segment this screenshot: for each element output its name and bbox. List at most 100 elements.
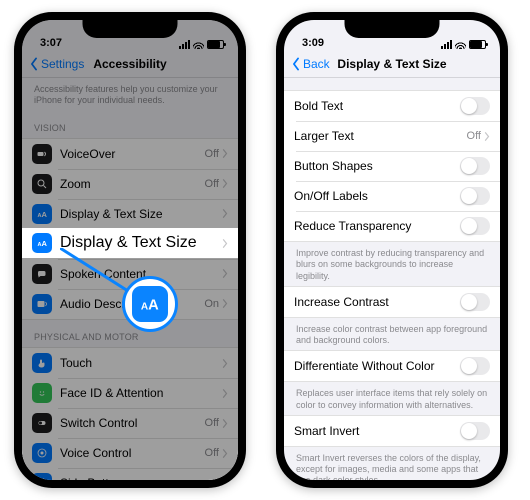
svg-text:A: A: [42, 239, 48, 248]
reduce-transparency-desc: Improve contrast by reducing transparenc…: [284, 242, 500, 286]
phone-right-display-text-size: 3:09 Back Display & Text Size Bold Text: [276, 12, 508, 488]
row-display-text-size[interactable]: AA Display & Text Size: [22, 199, 238, 229]
row-side-button[interactable]: Side Button: [22, 468, 238, 480]
back-label: Back: [303, 57, 330, 71]
group-main: Bold Text Larger Text Off Button Shapes …: [284, 90, 500, 242]
chevron-right-icon: [222, 269, 228, 278]
toggle-onoff-labels[interactable]: [460, 187, 490, 205]
toggle-increase-contrast[interactable]: [460, 293, 490, 311]
battery-icon: [469, 40, 486, 49]
battery-icon: [207, 40, 224, 49]
row-label: Display & Text Size: [60, 207, 222, 221]
row-label: Touch: [60, 356, 222, 370]
toggle-button-shapes[interactable]: [460, 157, 490, 175]
svg-text:A: A: [38, 213, 42, 219]
notch: [83, 20, 178, 38]
row-reduce-transparency[interactable]: Reduce Transparency: [284, 211, 500, 241]
row-voice-control[interactable]: Voice Control Off: [22, 438, 238, 468]
row-voiceover[interactable]: VoiceOver Off: [22, 139, 238, 169]
differentiate-desc: Replaces user interface items that rely …: [284, 382, 500, 415]
svg-text:A: A: [148, 298, 159, 314]
group-diff-color: Differentiate Without Color: [284, 350, 500, 382]
nav-bar: Settings Accessibility: [22, 50, 238, 78]
smart-invert-desc: Smart Invert reverses the colors of the …: [284, 447, 500, 480]
row-value: Off: [467, 130, 481, 142]
text-size-icon: AA: [132, 286, 168, 322]
physical-group: Touch Face ID & Attention Switch Control…: [22, 347, 238, 480]
side-button-icon: [32, 473, 52, 480]
status-time: 3:09: [302, 37, 324, 49]
row-value: Off: [205, 148, 219, 160]
row-larger-text[interactable]: Larger Text Off: [284, 121, 500, 151]
chevron-left-icon: [28, 57, 40, 71]
chevron-right-icon: [222, 389, 228, 398]
row-value: On: [204, 298, 219, 310]
row-label: VoiceOver: [60, 147, 205, 161]
row-label: Zoom: [60, 177, 205, 191]
chevron-right-icon: [222, 209, 228, 218]
row-zoom[interactable]: Zoom Off: [22, 169, 238, 199]
group-smart-invert: Smart Invert: [284, 415, 500, 447]
callout-bubble: AA: [122, 276, 178, 332]
back-button[interactable]: Settings: [28, 57, 84, 71]
row-label: Button Shapes: [294, 159, 460, 173]
toggle-reduce-transparency[interactable]: [460, 217, 490, 235]
page-title: Display & Text Size: [337, 57, 446, 71]
group-contrast: Increase Contrast: [284, 286, 500, 318]
row-increase-contrast[interactable]: Increase Contrast: [284, 287, 500, 317]
row-bold-text[interactable]: Bold Text: [284, 91, 500, 121]
row-label: Bold Text: [294, 99, 460, 113]
toggle-differentiate-without-color[interactable]: [460, 357, 490, 375]
text-size-icon: AA: [32, 204, 52, 224]
svg-text:A: A: [38, 242, 42, 248]
increase-contrast-desc: Increase color contrast between app fore…: [284, 318, 500, 351]
back-label: Settings: [41, 57, 84, 71]
row-label: Increase Contrast: [294, 295, 460, 309]
row-label: Smart Invert: [294, 424, 460, 438]
row-label: Differentiate Without Color: [294, 359, 460, 373]
chevron-right-icon: [222, 239, 228, 248]
status-time: 3:07: [40, 37, 62, 49]
wifi-icon: [193, 40, 204, 49]
row-differentiate-without-color[interactable]: Differentiate Without Color: [284, 351, 500, 381]
page-title: Accessibility: [93, 57, 166, 71]
voiceover-icon: [32, 144, 52, 164]
chevron-right-icon: [222, 299, 228, 308]
row-button-shapes[interactable]: Button Shapes: [284, 151, 500, 181]
notch: [345, 20, 440, 38]
row-label: Switch Control: [60, 416, 205, 430]
chevron-right-icon: [222, 419, 228, 428]
cellular-icon: [441, 40, 452, 49]
row-onoff-labels[interactable]: On/Off Labels: [284, 181, 500, 211]
audio-descriptions-icon: [32, 294, 52, 314]
callout-connector: [60, 248, 136, 296]
chevron-left-icon: [290, 57, 302, 71]
wifi-icon: [455, 40, 466, 49]
chevron-right-icon: [222, 449, 228, 458]
row-label: Side Button: [60, 476, 222, 480]
zoom-icon: [32, 174, 52, 194]
row-smart-invert[interactable]: Smart Invert: [284, 416, 500, 446]
toggle-smart-invert[interactable]: [460, 422, 490, 440]
chevron-right-icon: [222, 179, 228, 188]
back-button[interactable]: Back: [290, 57, 330, 71]
toggle-bold-text[interactable]: [460, 97, 490, 115]
row-label: Reduce Transparency: [294, 219, 460, 233]
touch-icon: [32, 353, 52, 373]
settings-scroll[interactable]: Bold Text Larger Text Off Button Shapes …: [284, 78, 500, 480]
section-vision-title: VISION: [22, 111, 238, 138]
intro-text: Accessibility features help you customiz…: [22, 78, 238, 111]
row-switch-control[interactable]: Switch Control Off: [22, 408, 238, 438]
row-faceid[interactable]: Face ID & Attention: [22, 378, 238, 408]
switch-control-icon: [32, 413, 52, 433]
nav-bar: Back Display & Text Size: [284, 50, 500, 78]
voice-control-icon: [32, 443, 52, 463]
row-value: Off: [205, 417, 219, 429]
chevron-right-icon: [222, 479, 228, 481]
row-label: Voice Control: [60, 446, 205, 460]
phone-left-accessibility: 3:07 Settings Accessibility Accessibilit…: [14, 12, 246, 488]
row-touch[interactable]: Touch: [22, 348, 238, 378]
row-label: On/Off Labels: [294, 189, 460, 203]
chevron-right-icon: [484, 132, 490, 141]
faceid-icon: [32, 383, 52, 403]
